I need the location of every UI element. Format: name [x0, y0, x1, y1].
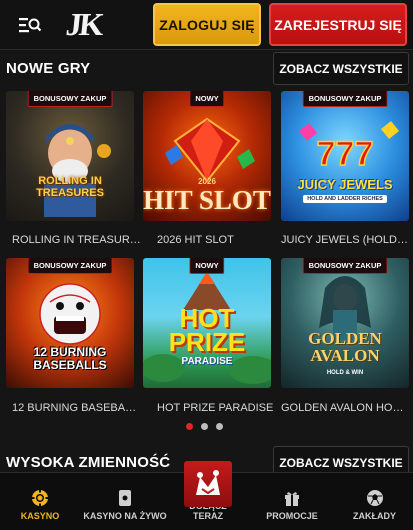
game-tile-2026-hit-slot[interactable]: NOWY 2026 HIT SLOT	[143, 91, 271, 221]
gift-icon	[285, 492, 299, 506]
section-title-new-games: NOWE GRY	[6, 60, 91, 77]
game-art-title: JUICY JEWELS	[297, 177, 393, 192]
nav-label: ZAKŁADY	[353, 511, 396, 521]
pagination-dot[interactable]	[216, 423, 223, 430]
section-title-high-volatility: WYSOKA ZMIENNOŚĆ	[6, 454, 171, 471]
game-art	[6, 91, 134, 221]
game-art-title: HIT SLOT	[143, 185, 271, 215]
game-badge: BONUSOWY ZAKUP	[302, 91, 388, 107]
login-button[interactable]: ZALOGUJ SIĘ	[153, 3, 261, 46]
game-name[interactable]: GOLDEN AVALON HOLD A...	[281, 402, 409, 414]
carousel-pagination	[186, 423, 223, 430]
top-header: JK ZALOGUJ SIĘ ZAREJESTRUJ SIĘ	[0, 0, 413, 50]
game-badge: NOWY	[189, 91, 225, 107]
register-button[interactable]: ZAREJESTRUJ SIĘ	[269, 3, 407, 46]
game-art-title: HOT PRIZE	[168, 303, 246, 357]
game-art-title: ROLLING IN TREASURES	[36, 175, 104, 199]
pagination-dot-active[interactable]	[186, 423, 193, 430]
game-art-subtitle: HOLD & WIN	[326, 370, 364, 376]
game-art-title: 12 BURNING BASEBALLS	[33, 345, 107, 372]
casino-chip-icon	[31, 489, 49, 507]
svg-text:777: 777	[317, 135, 374, 173]
game-name[interactable]: 12 BURNING BASEBALLS	[12, 402, 142, 414]
game-name[interactable]: ROLLING IN TREASURES	[12, 234, 142, 246]
live-cards-icon	[119, 490, 131, 506]
game-art-title: GOLDEN AVALON	[308, 329, 382, 365]
soccer-ball-icon	[366, 490, 383, 506]
game-tile-hot-prize-paradise[interactable]: NOWY HOT PRIZE PARADISE	[143, 258, 271, 388]
game-name[interactable]: JUICY JEWELS (HOLD AN...	[281, 234, 409, 246]
game-art-subtitle: PARADISE	[181, 356, 233, 367]
game-art-subtitle: HOLD AND LADDER RICHES	[303, 195, 387, 203]
see-all-new-games-button[interactable]: ZOBACZ WSZYSTKIE	[273, 52, 409, 85]
pagination-dot[interactable]	[201, 423, 208, 430]
menu-search-icon[interactable]	[12, 10, 48, 40]
nav-item-live-casino[interactable]: KASYNO NA ŻYWO	[80, 473, 170, 530]
game-name[interactable]: HOT PRIZE PARADISE	[157, 402, 287, 414]
game-name[interactable]: 2026 HIT SLOT	[157, 234, 287, 246]
game-art	[281, 258, 409, 388]
game-tile-rolling-in-treasures[interactable]: BONUSOWY ZAKUP ROLLING IN TREASURES	[6, 91, 134, 221]
game-tile-golden-avalon[interactable]: BONUSOWY ZAKUP GOLDEN AVALON HOLD & WIN	[281, 258, 409, 388]
brand-logo[interactable]: JK	[64, 6, 103, 44]
nav-item-casino[interactable]: KASYNO	[0, 473, 80, 530]
game-badge: BONUSOWY ZAKUP	[27, 91, 113, 107]
game-badge: NOWY	[189, 258, 225, 274]
jester-hat-icon[interactable]	[184, 461, 232, 507]
game-badge: BONUSOWY ZAKUP	[302, 258, 388, 274]
nav-item-promotions[interactable]: PROMOCJE	[252, 473, 332, 530]
game-tile-12-burning-baseballs[interactable]: BONUSOWY ZAKUP 12 BURNING BASEBALLS	[6, 258, 134, 388]
nav-label: KASYNO NA ŻYWO	[83, 511, 167, 521]
game-badge: BONUSOWY ZAKUP	[27, 258, 113, 274]
nav-label: PROMOCJE	[266, 511, 318, 521]
nav-item-sports-bets[interactable]: ZAKŁADY	[336, 473, 413, 530]
nav-label: KASYNO	[20, 511, 60, 521]
game-tile-juicy-jewels[interactable]: 777 BONUSOWY ZAKUP JUICY JEWELS HOLD AND…	[281, 91, 409, 221]
